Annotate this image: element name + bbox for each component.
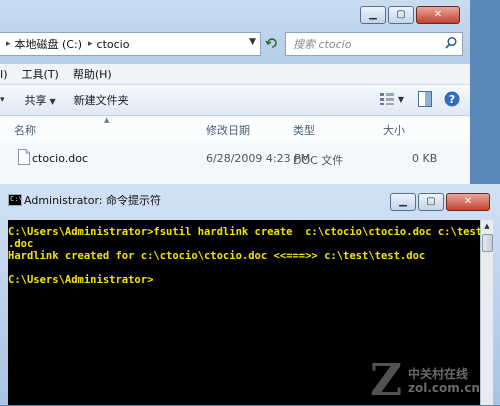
sort-ascending-icon: ▲	[104, 116, 110, 124]
command-bar: ▾ 共享 ▼ 新建文件夹 ▼ ?	[0, 85, 470, 116]
file-row[interactable]: ctocio.doc 6/28/2009 4:23 PM DOC 文件 0 KB	[0, 148, 470, 170]
refresh-icon	[265, 38, 277, 48]
explorer-chrome: ▁ ▢ ✕ ▸ 本地磁盘 (C:) ▸ ctocio ▼	[0, 0, 470, 64]
column-size[interactable]: 大小	[383, 122, 405, 138]
menu-view[interactable]: I)	[0, 68, 8, 81]
minimize-button[interactable]: ▁	[360, 6, 386, 24]
file-size: 0 KB	[412, 152, 438, 165]
cmd-window-title: Administrator: 命令提示符	[24, 194, 161, 207]
cmd-maximize-button[interactable]: ▢	[418, 193, 444, 211]
console-line: .doc	[8, 238, 34, 250]
console-window-icon: C:\	[8, 194, 23, 206]
maximize-button[interactable]: ▢	[388, 6, 414, 24]
file-name[interactable]: ctocio.doc	[32, 152, 88, 165]
scroll-thumb[interactable]	[482, 234, 493, 252]
search-box[interactable]	[285, 32, 463, 56]
address-dropdown-icon[interactable]: ▼	[249, 37, 256, 47]
breadcrumb-folder[interactable]: ctocio	[97, 38, 130, 51]
minimize-icon: ▁	[369, 9, 377, 20]
close-icon: ✕	[433, 9, 443, 20]
console-prompt-line: C:\Users\Administrator>	[8, 274, 154, 286]
watermark-logo-icon: Z	[370, 355, 403, 406]
share-button[interactable]: 共享 ▼	[25, 92, 56, 108]
help-icon[interactable]: ?	[444, 91, 460, 107]
console-line: Hardlink created for c:\ctocio\ctocio.do…	[8, 250, 426, 262]
console-line: C:\Users\Administrator>fsutil hardlink c…	[8, 226, 480, 238]
cmdbar-chevron-icon: ▾	[0, 95, 5, 105]
watermark-text-url: zol.com.cn	[408, 381, 480, 395]
column-type[interactable]: 类型	[293, 122, 315, 138]
share-label: 共享	[24, 94, 47, 107]
view-options-icon[interactable]	[379, 93, 394, 105]
watermark-text-cn: 中关村在线	[408, 367, 469, 381]
cmd-minimize-button[interactable]: ▁	[390, 193, 416, 211]
preview-pane-icon[interactable]	[418, 91, 432, 107]
share-dropdown-icon: ▼	[49, 97, 56, 106]
close-icon: ✕	[463, 196, 473, 207]
explorer-caption-buttons: ▁ ▢ ✕	[358, 6, 460, 24]
column-name[interactable]: 名称	[14, 122, 36, 138]
document-file-icon	[18, 149, 30, 165]
search-icon[interactable]	[444, 36, 458, 50]
new-folder-button[interactable]: 新建文件夹	[74, 92, 129, 108]
menu-help[interactable]: 帮助(H)	[73, 66, 112, 82]
cmd-close-button[interactable]: ✕	[446, 193, 490, 211]
search-input[interactable]	[291, 36, 435, 52]
address-bar[interactable]: ▸ 本地磁盘 (C:) ▸ ctocio ▼	[0, 32, 261, 56]
cmd-caption-buttons: ▁ ▢ ✕	[388, 193, 490, 211]
file-type: DOC 文件	[293, 154, 344, 167]
breadcrumb-drive[interactable]: 本地磁盘 (C:)	[15, 36, 82, 52]
scroll-up-icon[interactable]: ▲	[481, 220, 493, 232]
breadcrumb-chevron-icon: ▸	[6, 39, 11, 49]
column-modified[interactable]: 修改日期	[206, 122, 250, 138]
watermark: Z 中关村在线 zol.com.cn	[370, 355, 495, 405]
maximize-icon: ▢	[426, 196, 436, 207]
close-button[interactable]: ✕	[416, 6, 460, 24]
svg-text:?: ?	[449, 93, 455, 106]
minimize-icon: ▁	[399, 196, 407, 207]
column-header: ▲ 名称 修改日期 类型 大小	[0, 116, 470, 143]
view-controls: ▼ ?	[379, 91, 460, 107]
maximize-icon: ▢	[396, 9, 406, 20]
menu-tools[interactable]: 工具(T)	[22, 66, 59, 82]
refresh-button[interactable]	[262, 33, 282, 53]
menu-bar: I) 工具(T) 帮助(H)	[0, 64, 470, 85]
breadcrumb-chevron-icon: ▸	[88, 39, 93, 49]
view-dropdown-icon[interactable]: ▼	[398, 95, 404, 104]
